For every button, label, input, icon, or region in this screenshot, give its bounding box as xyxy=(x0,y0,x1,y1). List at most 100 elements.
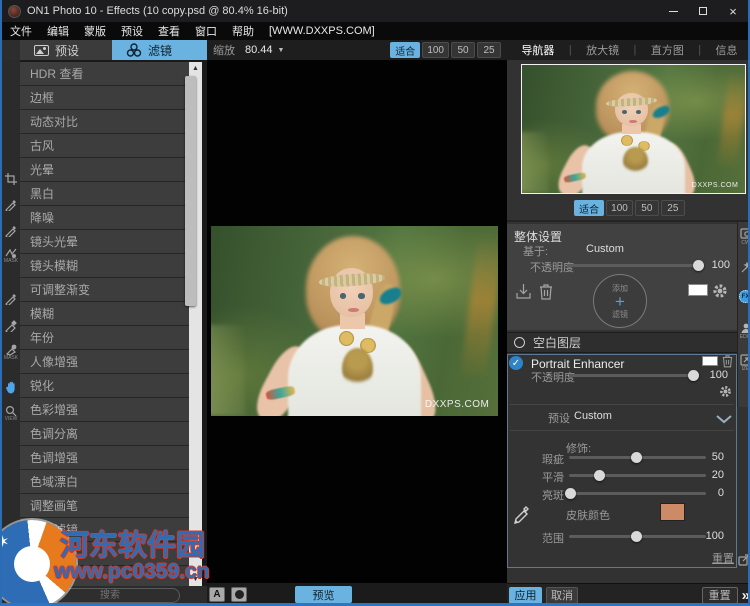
navigator-preview[interactable]: DXXPS.COM xyxy=(521,64,746,194)
zoom-button-100[interactable]: 100 xyxy=(422,42,449,58)
sidebar-scrollbar[interactable]: ▲ ▼ xyxy=(189,62,202,586)
skin-color-swatch[interactable] xyxy=(660,503,685,521)
zoom-button-25[interactable]: 25 xyxy=(477,42,501,58)
right-tab-4[interactable]: 信息 xyxy=(716,42,738,58)
trash-icon[interactable] xyxy=(539,283,553,305)
filter-item[interactable]: 模糊 xyxy=(20,302,189,325)
crop-tool[interactable] xyxy=(2,168,20,190)
menu-item[interactable]: [WWW.DXXPS.COM] xyxy=(269,25,375,37)
filter-item[interactable]: 镜头光晕 xyxy=(20,230,189,253)
module-resize[interactable]: IZE xyxy=(738,354,750,372)
filter-item[interactable]: 黑白 xyxy=(20,182,189,205)
filter-item[interactable]: 锐化 xyxy=(20,374,189,397)
scroll-down-icon[interactable]: ▼ xyxy=(189,573,202,586)
overall-gear-icon[interactable] xyxy=(712,283,728,304)
add-filter-button[interactable]: 添加 + 滤镜 xyxy=(593,274,647,328)
zoom-value-dropdown[interactable]: 80.44 xyxy=(245,44,273,56)
filter-item[interactable] xyxy=(20,566,189,586)
right-tab-3[interactable]: 直方图 xyxy=(651,42,684,58)
compare-a-button[interactable]: A xyxy=(209,587,225,602)
scroll-up-icon[interactable]: ▲ xyxy=(189,62,202,75)
zoom-button-50[interactable]: 50 xyxy=(635,200,659,216)
blur-mask-tool[interactable]: MASK xyxy=(2,341,20,363)
adjustment-brush-tool[interactable] xyxy=(2,194,20,216)
chevron-down-icon[interactable]: ▼ xyxy=(278,47,285,54)
zoom-button-100[interactable]: 100 xyxy=(606,200,633,216)
settings-gear-icon[interactable] xyxy=(5,536,18,554)
export-icon[interactable] xyxy=(515,283,532,305)
module-develop[interactable]: CW xyxy=(738,228,750,246)
menu-item[interactable]: 窗口 xyxy=(195,23,217,39)
detach-window-icon[interactable] xyxy=(738,553,750,571)
minimize-button[interactable] xyxy=(658,0,688,22)
module-portrait[interactable]: EDIT xyxy=(738,322,750,340)
layer-mask-thumbnail[interactable] xyxy=(702,356,718,366)
masking-brush-tool[interactable] xyxy=(2,220,20,242)
masking-bug-tool[interactable]: MASK xyxy=(2,244,20,266)
menu-item[interactable]: 帮助 xyxy=(232,23,254,39)
filter-item[interactable]: 色域漂白 xyxy=(20,470,189,493)
overall-opacity-slider[interactable] xyxy=(567,264,702,267)
canvas-area[interactable]: DXXPS.COM xyxy=(207,60,507,583)
menu-item[interactable]: 蒙版 xyxy=(84,23,106,39)
mask-view-button[interactable] xyxy=(231,587,247,602)
filter-item[interactable]: 光晕 xyxy=(20,158,189,181)
filter-item[interactable]: 镜头模糊 xyxy=(20,254,189,277)
refine-brush-tool[interactable] xyxy=(2,288,20,310)
shine-slider[interactable] xyxy=(569,492,706,495)
filter-item[interactable]: 色调增强 xyxy=(20,446,189,469)
reset-button[interactable]: 重置 xyxy=(702,587,738,604)
zoom-button-50[interactable]: 50 xyxy=(451,42,475,58)
cancel-button[interactable]: 取消 xyxy=(546,587,578,604)
expand-panel-chevron[interactable]: » xyxy=(742,587,750,604)
hand-tool[interactable] xyxy=(2,376,20,398)
layer-enabled-checkbox[interactable]: ✓ xyxy=(509,356,523,370)
chisel-eraser-tool[interactable] xyxy=(2,315,20,337)
blemish-slider[interactable] xyxy=(569,456,706,459)
filter-item[interactable] xyxy=(20,542,189,565)
zoom-button-适合[interactable]: 适合 xyxy=(574,200,604,216)
search-input[interactable] xyxy=(40,588,180,603)
menu-item[interactable]: 查看 xyxy=(158,23,180,39)
filter-item[interactable]: 古风 xyxy=(20,134,189,157)
filter-item[interactable]: HDR 查看 xyxy=(20,62,189,85)
filter-item[interactable]: 调整画笔 xyxy=(20,494,189,517)
overall-mask-thumbnail[interactable] xyxy=(688,284,708,296)
filter-item[interactable]: 人像增强 xyxy=(20,350,189,373)
range-slider[interactable] xyxy=(569,535,706,538)
filter-item[interactable]: 边框 xyxy=(20,86,189,109)
layer-opacity-slider[interactable] xyxy=(569,374,697,377)
tab-filters[interactable]: 滤镜 xyxy=(112,40,207,60)
smoothing-slider[interactable] xyxy=(569,474,706,477)
collapse-chevron-icon[interactable] xyxy=(716,411,732,429)
right-tab-2[interactable]: 放大镜 xyxy=(586,42,619,58)
scrollbar-thumb[interactable] xyxy=(185,76,196,306)
maximize-button[interactable] xyxy=(688,0,718,22)
menu-item[interactable]: 编辑 xyxy=(47,23,69,39)
close-button[interactable]: × xyxy=(718,0,748,22)
layer-gear-icon[interactable] xyxy=(719,385,732,403)
tab-presets[interactable]: 预设 xyxy=(20,40,112,60)
zoom-button-25[interactable]: 25 xyxy=(661,200,685,216)
eyedropper-icon[interactable] xyxy=(513,505,529,530)
module-effects-active[interactable]: FX xyxy=(738,290,750,303)
zoom-tool[interactable]: VIEW xyxy=(2,402,20,424)
preview-button[interactable]: 预览 xyxy=(295,586,352,603)
filter-item[interactable]: 动态对比 xyxy=(20,110,189,133)
empty-layer-row[interactable]: 空白图层 xyxy=(507,332,737,353)
preset-value[interactable]: Custom xyxy=(574,410,612,422)
menu-item[interactable]: 文件 xyxy=(10,23,32,39)
zoom-button-适合[interactable]: 适合 xyxy=(390,42,420,58)
filter-item[interactable]: 图像滤镜 xyxy=(20,518,189,541)
slider-thumb[interactable] xyxy=(693,260,704,271)
filter-item[interactable]: 色彩增强 xyxy=(20,398,189,421)
apply-button[interactable]: 应用 xyxy=(509,587,542,604)
module-enhance[interactable] xyxy=(738,262,750,274)
filter-item[interactable]: 降噪 xyxy=(20,206,189,229)
menu-item[interactable]: 预设 xyxy=(121,23,143,39)
right-tab-1[interactable]: 导航器 xyxy=(521,42,554,58)
filter-item[interactable]: 年份 xyxy=(20,326,189,349)
reset-link[interactable]: 重置 xyxy=(712,550,734,566)
filter-item[interactable]: 色调分离 xyxy=(20,422,189,445)
filter-item[interactable]: 可调整渐变 xyxy=(20,278,189,301)
